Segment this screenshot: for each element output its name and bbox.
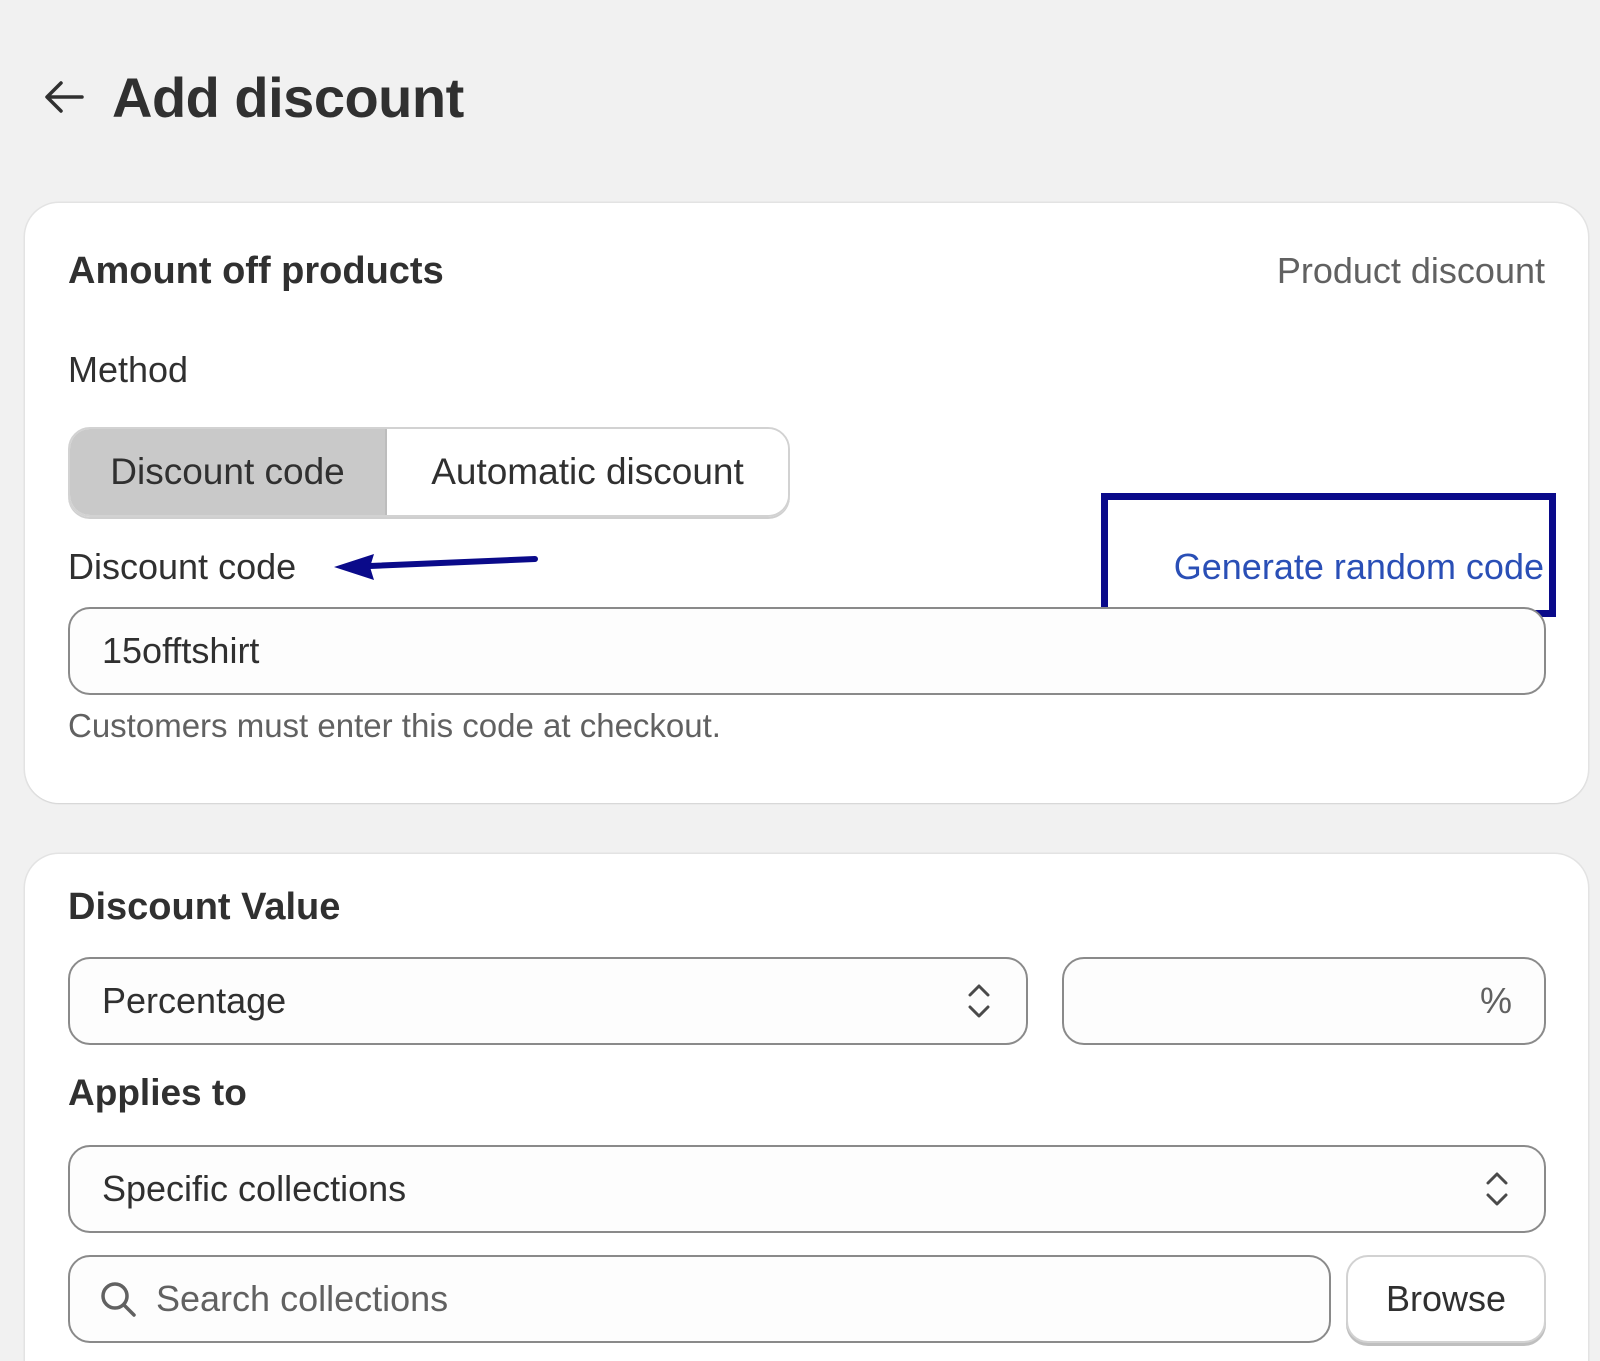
annotation-arrow-icon [334, 554, 538, 580]
discount-value-card: Discount Value Percentage % Applies to S… [25, 854, 1588, 1361]
search-placeholder: Search collections [156, 1278, 449, 1319]
method-discount-code-button[interactable]: Discount code [70, 429, 387, 515]
select-chevrons-icon [1486, 1172, 1508, 1206]
method-label: Method [68, 349, 189, 390]
card-title: Amount off products [68, 250, 444, 292]
page-header: Add discount [42, 62, 464, 132]
method-automatic-discount-button[interactable]: Automatic discount [387, 429, 788, 515]
discount-type-tag: Product discount [1276, 250, 1545, 291]
discount-code-input[interactable]: 15offtshirt [68, 607, 1546, 695]
applies-to-selected: Specific collections [102, 1168, 407, 1209]
method-segmented-control: Discount code Automatic discount [68, 427, 790, 517]
card-title: Discount Value [68, 886, 341, 928]
page-title: Add discount [112, 65, 464, 129]
select-chevrons-icon [968, 984, 990, 1018]
amount-off-products-card: Amount off products Product discount Met… [25, 203, 1588, 803]
percent-suffix: % [1479, 980, 1512, 1021]
discount-code-value: 15offtshirt [102, 630, 260, 671]
arrow-left-icon [45, 81, 84, 113]
applies-to-label: Applies to [68, 1072, 247, 1113]
value-type-select[interactable]: Percentage [68, 957, 1028, 1045]
browse-button[interactable]: Browse [1346, 1255, 1546, 1343]
discount-code-help-text: Customers must enter this code at checko… [68, 707, 721, 744]
applies-to-select[interactable]: Specific collections [68, 1145, 1546, 1233]
back-button[interactable] [42, 75, 86, 119]
value-type-selected: Percentage [102, 980, 287, 1021]
discount-code-label: Discount code [68, 546, 297, 587]
value-amount-input[interactable]: % [1062, 957, 1546, 1045]
generate-random-code-link[interactable]: Generate random code [1174, 546, 1544, 588]
search-collections-input[interactable]: Search collections [68, 1255, 1331, 1343]
search-icon [101, 1282, 136, 1317]
